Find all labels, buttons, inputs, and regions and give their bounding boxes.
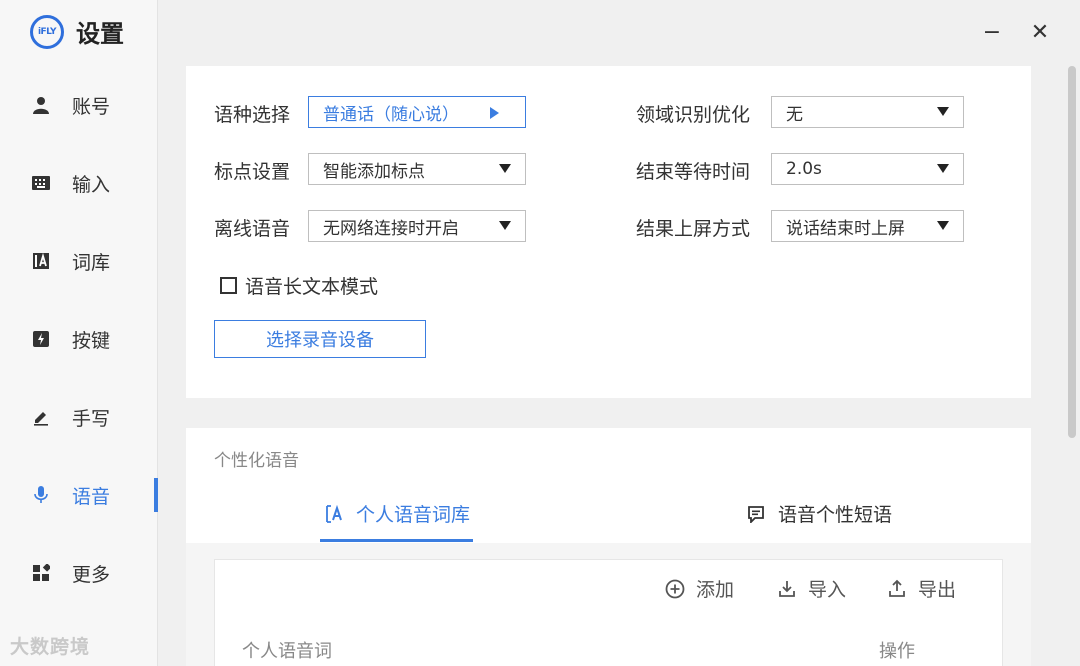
sidebar-item-label: 手写 [72,407,111,430]
export-button[interactable]: 导出 [886,575,956,602]
chevron-down-icon [499,164,511,173]
commit-mode-select[interactable]: 说话结束时上屏 [771,210,964,242]
scrollbar-thumb[interactable] [1068,66,1076,438]
note-icon [746,504,766,524]
column-header-actions: 操作 [879,641,915,662]
minimize-button[interactable]: − [980,20,1004,45]
dictionary-icon [324,504,344,524]
sidebar-item-keys[interactable]: 按键 [0,314,158,364]
microphone-icon [32,486,50,504]
sidebar-item-label: 更多 [72,563,111,586]
apps-icon [32,564,50,582]
domain-value: 无 [786,104,803,125]
user-icon [32,96,50,114]
language-value: 普通话（随心说） [323,104,459,125]
sidebar-item-label: 账号 [72,95,111,118]
offline-voice-label: 离线语音 [214,218,291,240]
language-select[interactable]: 普通话（随心说） [308,96,526,128]
wait-time-select[interactable]: 2.0s [771,153,964,185]
sidebar-item-label: 词库 [72,251,111,274]
dictionary-icon [32,252,50,270]
tab-label: 个人语音词库 [356,504,471,526]
long-text-mode-checkbox[interactable]: 语音长文本模式 [220,272,378,299]
column-header-word: 个人语音词 [242,641,332,662]
watermark: 大数跨境 [10,636,91,658]
domain-label: 领域识别优化 [636,104,751,126]
tab-voice-phrases[interactable]: 语音个性短语 [746,500,892,527]
chevron-down-icon [937,221,949,230]
wait-time-label: 结束等待时间 [636,161,751,183]
sidebar-item-input[interactable]: 输入 [0,158,158,208]
title-bar [158,0,1080,64]
sidebar-item-account[interactable]: 账号 [0,80,158,130]
sidebar-item-label: 按键 [72,329,111,352]
chevron-down-icon [937,107,949,116]
domain-select[interactable]: 无 [771,96,964,128]
offline-voice-value: 无网络连接时开启 [323,218,459,239]
keyboard-icon [32,174,50,192]
commit-mode-label: 结果上屏方式 [636,218,751,240]
commit-mode-value: 说话结束时上屏 [786,218,905,239]
select-recording-device-button[interactable]: 选择录音设备 [214,320,426,358]
download-icon [776,578,798,600]
key-icon [32,330,50,348]
ifly-logo: iFLY [30,14,64,49]
punctuation-value: 智能添加标点 [323,161,425,182]
add-circle-icon [664,578,686,600]
sidebar-item-more[interactable]: 更多 [0,548,158,598]
wait-time-value: 2.0s [786,159,822,179]
tab-label: 语音个性短语 [778,504,893,526]
play-arrow-icon [490,107,499,119]
chevron-down-icon [937,164,949,173]
sidebar: iFLY 设置 账号 输入 词库 按键 手写 语音 更多 大数跨境 [0,0,158,666]
chevron-down-icon [499,221,511,230]
tab-personal-dictionary[interactable]: 个人语音词库 [324,500,470,527]
active-tab-indicator [320,539,473,542]
add-label: 添加 [696,579,735,601]
sidebar-item-dictionary[interactable]: 词库 [0,236,158,286]
pen-icon [32,408,50,426]
brand: iFLY 设置 [30,14,124,49]
checkbox-box[interactable] [220,277,237,294]
close-button[interactable]: ✕ [1028,20,1052,45]
language-label: 语种选择 [214,104,291,126]
punctuation-select[interactable]: 智能添加标点 [308,153,526,185]
sidebar-item-handwriting[interactable]: 手写 [0,392,158,442]
offline-voice-select[interactable]: 无网络连接时开启 [308,210,526,242]
section-title: 个性化语音 [214,451,299,471]
sidebar-item-label: 语音 [72,485,111,508]
long-text-mode-label: 语音长文本模式 [245,276,379,298]
punctuation-label: 标点设置 [214,161,291,183]
import-label: 导入 [808,579,847,601]
page-title: 设置 [76,20,124,48]
sidebar-item-voice[interactable]: 语音 [0,470,158,520]
export-label: 导出 [918,579,957,601]
import-button[interactable]: 导入 [776,575,846,602]
upload-icon [886,578,908,600]
sidebar-item-label: 输入 [72,173,111,196]
add-button[interactable]: 添加 [664,575,734,602]
